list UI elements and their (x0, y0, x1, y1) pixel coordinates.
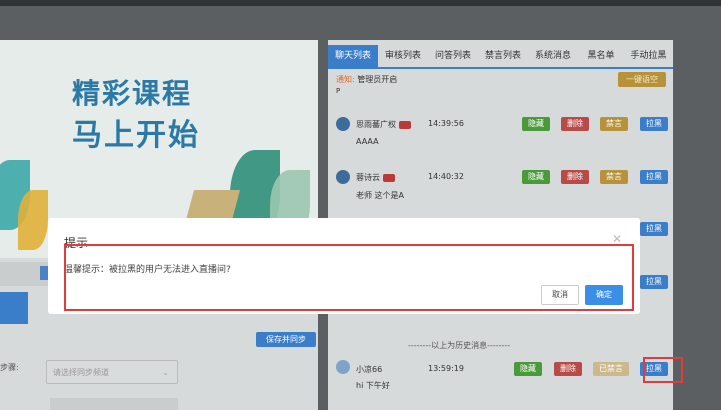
chat-message: 思雨蕃广权 14:39:56 AAAA 隐藏 删除 禁言 拉黑 (336, 117, 671, 157)
blacklist-button[interactable]: 拉黑 (640, 170, 668, 184)
message-user: 蓉诗云 (356, 172, 395, 183)
notice-text: 管理员开启 (357, 75, 398, 84)
hide-button[interactable]: 隐藏 (522, 117, 550, 131)
message-time: 14:39:56 (428, 119, 464, 128)
banner-line-1: 精彩课程 (72, 77, 193, 110)
leaf-decoration (18, 190, 48, 250)
books-illustration (185, 190, 241, 220)
chat-message: 蓉诗云 14:40:32 老师 这个是A 隐藏 删除 禁言 拉黑 (336, 170, 671, 210)
avatar (336, 170, 350, 184)
mute-button[interactable]: 禁言 (600, 117, 628, 131)
message-time: 13:59:19 (428, 364, 464, 373)
notice-extra: P (336, 87, 341, 95)
top-bar (0, 0, 721, 6)
message-username: 小凉66 (356, 365, 383, 374)
tab-qa-list[interactable]: 问答列表 (428, 45, 478, 67)
blacklist-button[interactable]: 拉黑 (640, 117, 668, 131)
channel-select[interactable]: 请选择同步频道 ⌄ (46, 360, 178, 384)
tab-review-list[interactable]: 审核列表 (378, 45, 428, 67)
tab-manual-blacklist[interactable]: 手动拉黑 (624, 45, 673, 67)
tab-mute-list[interactable]: 禁言列表 (478, 45, 528, 67)
message-text: 老师 这个是A (356, 191, 405, 200)
avatar (336, 117, 350, 131)
message-time: 14:40:32 (428, 172, 464, 181)
avatar (336, 360, 350, 374)
chat-tabs: 聊天列表 审核列表 问答列表 禁言列表 系统消息 黑名单 手动拉黑 (328, 45, 673, 69)
muted-status-button[interactable]: 已禁言 (593, 362, 629, 376)
one-key-clear-button[interactable]: 一键语空 (618, 72, 666, 87)
hide-button[interactable]: 隐藏 (522, 170, 550, 184)
tab-blacklist[interactable]: 黑名单 (578, 45, 624, 67)
role-badge-icon (399, 120, 411, 129)
history-divider: --------以上为历史消息-------- (408, 341, 511, 350)
chat-message: 小凉66 13:59:19 hi 下午好 隐藏 删除 已禁言 拉黑 (336, 360, 671, 400)
mute-button[interactable]: 禁言 (600, 170, 628, 184)
notice: 通知: 管理员开启 P (336, 74, 397, 95)
banner-line-2: 马上开始 (72, 118, 200, 153)
save-sync-button[interactable]: 保存并同步 (256, 332, 316, 347)
highlight-box-dialog (64, 244, 634, 311)
highlight-box-blacklist (643, 357, 683, 383)
role-badge-icon (383, 173, 395, 182)
blacklist-button[interactable]: 拉黑 (640, 222, 668, 236)
blacklist-button[interactable]: 拉黑 (640, 275, 668, 289)
message-username: 蓉诗云 (356, 173, 380, 182)
delete-button[interactable]: 删除 (561, 170, 589, 184)
notice-label: 通知: (336, 75, 355, 84)
tab-chat-list[interactable]: 聊天列表 (328, 45, 378, 67)
hide-button[interactable]: 隐藏 (514, 362, 542, 376)
message-text: AAAA (356, 137, 379, 146)
chevron-down-icon: ⌄ (162, 368, 169, 377)
message-user: 思雨蕃广权 (356, 119, 411, 130)
message-text: hi 下午好 (356, 381, 390, 390)
left-input-placeholder (50, 398, 178, 410)
left-active-tab[interactable] (0, 292, 28, 324)
delete-button[interactable]: 删除 (554, 362, 582, 376)
delete-button[interactable]: 删除 (561, 117, 589, 131)
select-label: 步骤: (0, 363, 19, 372)
tab-system-messages[interactable]: 系统消息 (528, 45, 578, 67)
channel-select-placeholder: 请选择同步频道 (53, 368, 109, 377)
message-username: 思雨蕃广权 (356, 120, 396, 129)
